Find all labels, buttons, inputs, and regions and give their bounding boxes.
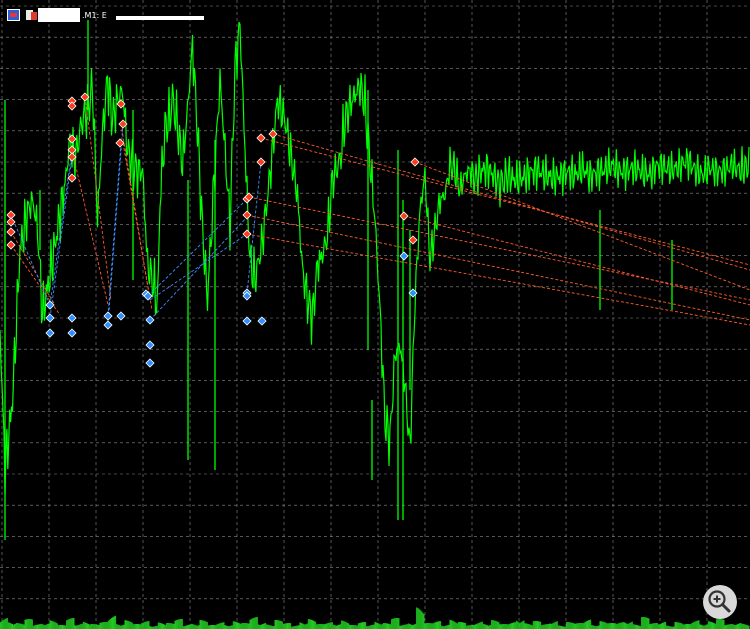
support-trendline xyxy=(107,142,122,317)
chart-window-icon[interactable] xyxy=(7,9,20,21)
high-pivot-marker xyxy=(268,129,278,139)
high-pivot-marker xyxy=(6,217,16,227)
resistance-trendline xyxy=(246,233,750,326)
symbol-name-redacted xyxy=(38,8,80,22)
resistance-trendline xyxy=(71,149,109,306)
resistance-trendline xyxy=(403,215,750,306)
high-pivot-marker xyxy=(6,240,16,250)
high-pivot-marker xyxy=(399,211,409,221)
zoom-in-button[interactable] xyxy=(703,585,737,619)
high-pivot-marker xyxy=(67,152,77,162)
low-pivot-marker xyxy=(399,251,409,261)
chart-header: .M1: E xyxy=(0,0,750,34)
high-pivot-marker xyxy=(256,133,266,143)
support-trendline xyxy=(149,214,250,321)
resistance-trendline xyxy=(84,96,112,301)
low-pivot-marker xyxy=(67,328,77,338)
high-pivot-marker xyxy=(242,229,252,239)
low-pivot-marker xyxy=(145,315,155,325)
pivot-markers xyxy=(6,92,420,368)
zoom-in-icon xyxy=(708,590,731,613)
high-pivot-marker xyxy=(67,101,77,111)
low-pivot-marker xyxy=(242,316,252,326)
low-pivot-marker xyxy=(45,313,55,323)
low-pivot-marker xyxy=(116,311,126,321)
price-line xyxy=(0,20,750,540)
indicator-label-redacted xyxy=(116,16,204,20)
timeframe-label: .M1: E xyxy=(82,11,107,20)
resistance-trendline xyxy=(122,142,153,311)
resistance-trendline xyxy=(246,214,750,321)
high-pivot-marker xyxy=(242,210,252,220)
chart-grid xyxy=(0,0,750,629)
resistance-trendline xyxy=(260,137,750,266)
low-pivot-marker xyxy=(145,340,155,350)
support-trendline xyxy=(149,233,248,301)
low-pivot-marker xyxy=(67,313,77,323)
resistance-trendline xyxy=(10,231,56,306)
high-pivot-marker xyxy=(6,227,16,237)
volume-histogram xyxy=(0,607,750,629)
high-pivot-marker xyxy=(410,157,420,167)
low-pivot-marker xyxy=(45,328,55,338)
trendlines xyxy=(10,96,750,326)
support-trendline xyxy=(246,161,262,294)
price-chart[interactable] xyxy=(0,0,750,629)
high-pivot-marker xyxy=(256,157,266,167)
high-pivot-marker xyxy=(115,138,125,148)
low-pivot-marker xyxy=(103,311,113,321)
low-pivot-marker xyxy=(145,358,155,368)
support-trendline xyxy=(147,198,248,297)
chart-window[interactable]: .M1: E xyxy=(0,0,750,629)
low-pivot-marker xyxy=(103,320,113,330)
